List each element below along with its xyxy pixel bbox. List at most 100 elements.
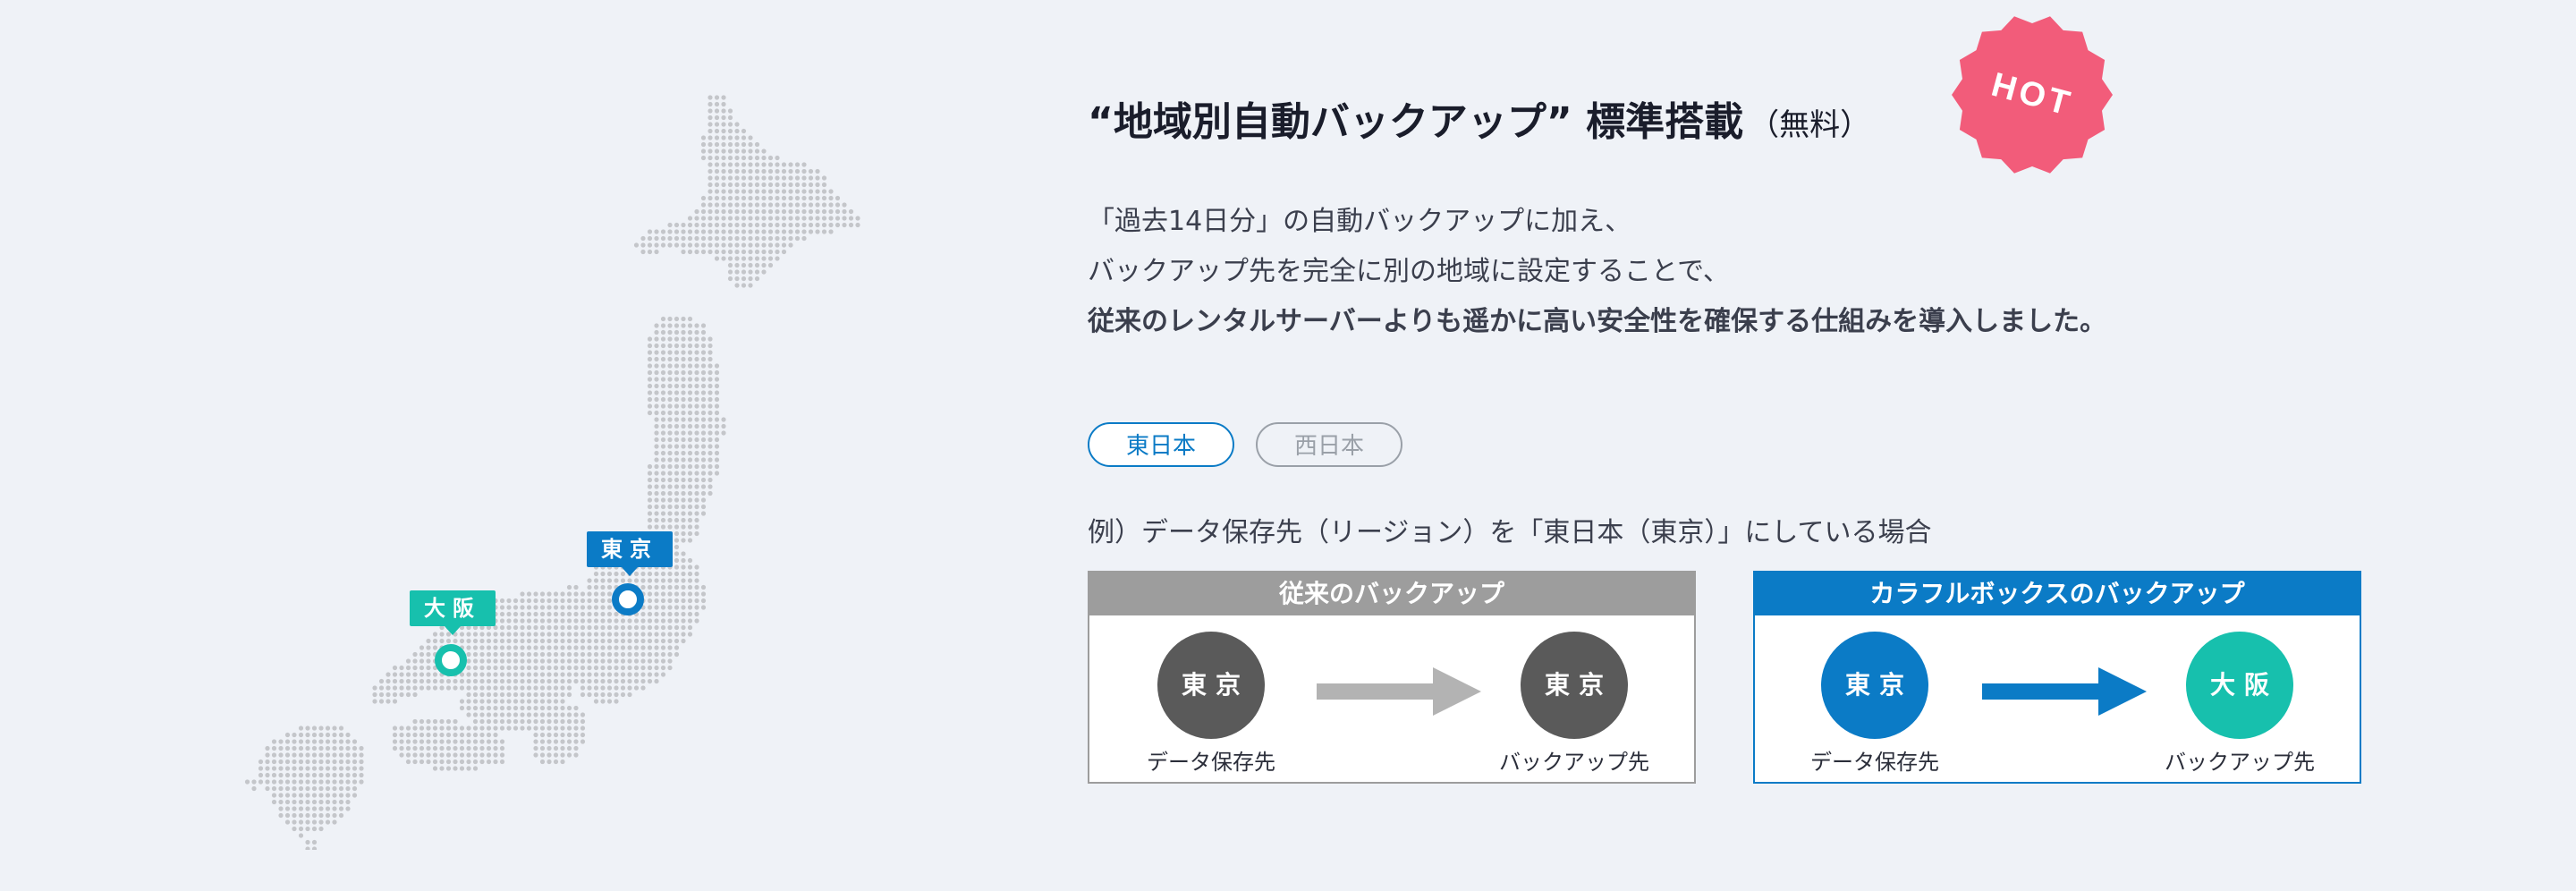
map-dot [479,718,485,725]
map-dot [298,812,304,819]
map-dot [466,705,471,711]
map-dot [700,336,707,342]
map-dot [667,316,673,322]
map-dot [493,726,498,731]
map-dot [828,216,834,221]
map-dot [714,444,720,449]
map-dot [472,705,479,711]
map-dot [694,396,699,403]
map-dot [305,785,310,792]
map-dot [687,618,693,624]
map-dot [399,752,404,758]
map-dot [734,276,740,282]
map-dot [687,524,693,530]
map-dot [808,222,814,228]
map-dot [573,678,579,684]
map-dot [848,216,854,221]
map-dot [660,611,666,617]
map-dot [687,484,693,489]
map-dot [580,726,586,731]
map-dot [700,229,707,234]
map-dot [526,591,532,597]
map-dot [700,350,707,355]
map-dot [674,624,680,631]
map-dot [493,739,498,744]
map-dot [761,155,767,161]
map-dot [687,471,693,476]
map-dot [654,624,659,631]
map-dot [520,726,525,731]
map-dot [486,692,492,698]
map-dot [654,343,659,349]
map-dot [794,202,801,208]
map-dot [412,665,418,671]
map-dot [399,745,404,751]
map-dot [479,732,485,738]
tab-west-japan[interactable]: 西日本 [1256,422,1402,467]
map-dot [378,678,385,684]
map-dot [486,665,492,671]
conventional-dest-circle: 東京 [1521,632,1628,739]
map-dot [828,208,834,215]
map-dot [700,591,707,597]
map-dot [761,269,767,275]
map-dot [700,497,707,503]
map-dot [687,624,693,631]
map-dot [493,699,498,704]
map-dot [694,336,699,342]
map-dot [332,799,337,805]
map-dot [486,685,492,691]
map-dot [754,229,760,234]
map-dot [794,175,801,181]
map-dot [647,618,653,624]
map-dot [748,168,753,174]
map-dot [775,249,780,255]
map-dot [721,108,726,114]
map-dot [727,202,733,208]
map-dot [472,712,479,717]
map-dot [539,672,546,677]
map-dot [325,732,331,738]
map-dot [681,316,686,322]
map-dot [426,759,431,765]
map-dot [721,148,726,154]
map-dot [647,651,653,658]
map-dot [674,551,680,556]
map-dot [325,793,331,798]
map-dot [748,135,753,140]
description-line-3: 従来のレンタルサーバーよりも遥かに高い安全性を確保する仕組みを導入しました。 [1088,306,2107,337]
map-dot [593,658,599,664]
map-dot [486,638,492,644]
map-dot [842,222,847,228]
map-dot [694,578,699,583]
map-dot [788,208,793,215]
map-dot [654,377,659,382]
map-dot [499,745,505,751]
map-label-tokyo: 東京 [587,531,673,576]
map-dot [681,484,686,489]
map-dot [781,162,787,167]
map-dot [721,417,726,422]
map-dot [654,584,659,590]
map-dot [767,235,774,242]
map-dot [298,806,304,811]
map-dot [298,785,304,792]
map-dot [660,638,666,644]
map-dot [620,692,626,698]
map-dot [681,229,686,234]
map-dot [754,162,760,167]
map-dot [727,262,733,268]
map-dot [640,242,646,248]
map-dot [801,202,807,208]
map-dot [412,651,418,658]
map-dot [412,726,418,731]
map-dot [614,651,619,658]
map-dot [566,624,572,631]
description-line-1: 「過去14日分」の自動バックアップに加え、 [1088,206,1632,237]
map-dot [821,182,827,188]
map-dot [714,162,720,167]
map-dot [714,235,720,242]
map-dot [647,665,653,671]
tab-east-japan[interactable]: 東日本 [1088,422,1234,467]
map-dot [721,135,726,140]
